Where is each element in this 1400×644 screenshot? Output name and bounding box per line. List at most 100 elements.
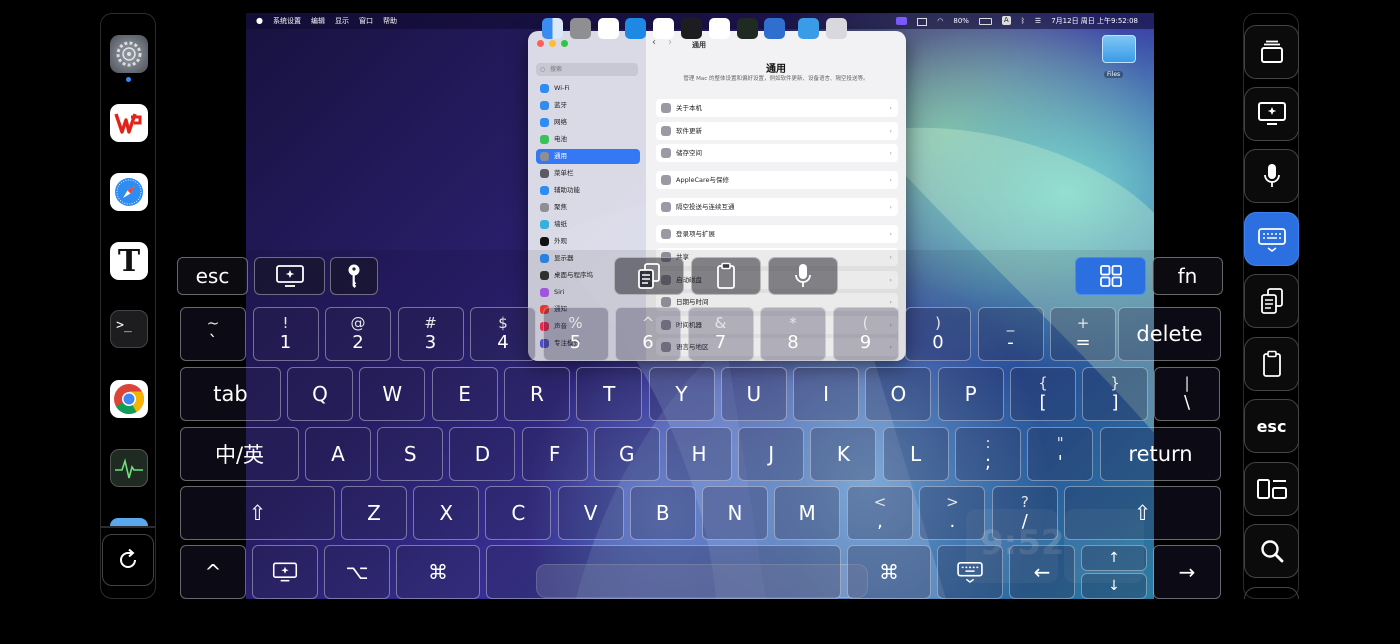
control-key[interactable]: ^ [180, 545, 246, 599]
settings-row[interactable]: 储存空间 › [656, 144, 898, 162]
number-key[interactable]: ! 1 [252, 307, 319, 361]
delete-key[interactable]: delete [1118, 307, 1221, 361]
settings-sidebar-item[interactable]: 蓝牙 [536, 98, 640, 113]
number-key[interactable]: (9 [832, 307, 899, 361]
left-command-key[interactable]: ⌘ [396, 545, 480, 599]
right-shift-key[interactable]: ⇧ [1064, 486, 1221, 540]
paste-rail-button[interactable] [1244, 337, 1299, 391]
number-key[interactable]: _ - [977, 307, 1044, 361]
number-key[interactable]: % 5 [542, 307, 609, 361]
split-layout-button[interactable] [1244, 462, 1299, 516]
return-key[interactable]: return [1100, 427, 1221, 481]
control-center-icon[interactable]: ☰ [1035, 13, 1041, 29]
menu-window[interactable]: 窗口 [359, 13, 373, 29]
window-switcher-button[interactable] [1244, 25, 1299, 79]
dictation-button[interactable] [768, 257, 838, 295]
dock-activity-monitor-icon[interactable] [736, 18, 758, 39]
settings-sidebar-item[interactable]: 外观 [536, 234, 640, 249]
number-key[interactable]: ^ 6 [615, 307, 681, 361]
dock-terminal-icon[interactable] [681, 18, 702, 39]
partial-app-icon[interactable] [110, 518, 148, 526]
menu-edit[interactable]: 编辑 [311, 13, 325, 29]
search-rail-button[interactable] [1244, 524, 1299, 578]
letter-key[interactable]: Z [341, 486, 407, 540]
letter-key[interactable]: S [377, 427, 444, 481]
settings-row[interactable]: 隔空投送与连续互通 › [656, 198, 898, 216]
dock-finder-icon[interactable] [542, 18, 563, 39]
safari-app-icon[interactable] [110, 173, 148, 211]
option-key[interactable]: ⌥ [324, 545, 390, 599]
language-switch-key[interactable]: 中/英 [180, 427, 299, 481]
settings-sidebar-item[interactable]: 聚焦 [536, 200, 640, 215]
settings-sidebar-item[interactable]: 墙纸 [536, 217, 640, 232]
symbol-key[interactable]: >. [919, 486, 986, 540]
dock-trash-icon[interactable] [826, 18, 847, 39]
refresh-button[interactable] [102, 534, 154, 586]
letter-key[interactable]: M [774, 486, 841, 540]
apple-logo-icon[interactable]: ● [256, 13, 263, 29]
number-key[interactable]: @2 [325, 307, 391, 361]
settings-sidebar-item[interactable]: 通用 [536, 149, 640, 164]
password-key-button[interactable] [330, 257, 378, 295]
letter-key[interactable]: I [793, 367, 860, 421]
down-arrow-key[interactable]: ↓ [1081, 573, 1147, 599]
right-arrow-key[interactable]: → [1153, 545, 1221, 599]
settings-sidebar-item[interactable]: 电池 [536, 132, 640, 147]
letter-key[interactable]: Q [287, 367, 353, 421]
dock-safari-icon[interactable] [625, 18, 647, 39]
terminal-app-icon[interactable]: >_ [110, 310, 148, 348]
window-minimize-button[interactable] [549, 40, 556, 47]
dock-chrome-icon[interactable] [708, 18, 730, 39]
chrome-app-icon[interactable] [110, 380, 148, 418]
rail-partial-button[interactable] [1244, 587, 1299, 599]
copy-button[interactable] [614, 257, 684, 295]
dock-typora-icon[interactable] [653, 18, 675, 39]
settings-sidebar-item[interactable]: 辅助功能 [536, 183, 640, 198]
dock-system-settings-icon[interactable] [569, 18, 591, 39]
letter-key[interactable]: E [431, 367, 498, 421]
letter-key[interactable]: K [810, 427, 877, 481]
letter-key[interactable]: N [702, 486, 768, 540]
letter-key[interactable]: P [937, 367, 1004, 421]
letter-key[interactable]: F [521, 427, 588, 481]
letter-key[interactable]: C [485, 486, 552, 540]
number-key[interactable]: * 8 [760, 307, 826, 361]
number-key[interactable]: ~ ` [180, 307, 246, 361]
wifi-icon[interactable]: ◠ [937, 13, 943, 29]
settings-sidebar-item[interactable]: 网络 [536, 115, 640, 130]
tab-key[interactable]: tab [180, 367, 281, 421]
typora-app-icon[interactable]: T [110, 242, 148, 280]
symbol-key[interactable]: {[ [1010, 367, 1076, 421]
symbol-key[interactable]: " ' [1027, 427, 1094, 481]
menu-system-settings[interactable]: 系统设置 [273, 13, 301, 29]
letter-key[interactable]: B [629, 486, 696, 540]
settings-row[interactable]: AppleCare与保修 › [656, 171, 898, 189]
symbol-key[interactable]: }] [1082, 367, 1148, 421]
letter-key[interactable]: W [359, 367, 426, 421]
letter-key[interactable]: G [593, 427, 660, 481]
symbol-key[interactable]: | \ [1154, 367, 1220, 421]
left-shift-key[interactable]: ⇧ [180, 486, 335, 540]
screen-icon[interactable] [917, 18, 928, 26]
voice-input-button[interactable] [1244, 149, 1299, 203]
bluetooth-icon[interactable]: ᛒ [1021, 13, 1025, 29]
layout-grid-button[interactable] [1075, 257, 1146, 295]
settings-row[interactable]: 登录项与扩展 › [656, 225, 898, 243]
files-desktop-icon[interactable]: Files [1102, 35, 1136, 78]
letter-key[interactable]: D [449, 427, 516, 481]
letter-key[interactable]: H [666, 427, 732, 481]
menu-help[interactable]: 帮助 [383, 13, 397, 29]
symbol-key[interactable]: ? / [991, 486, 1058, 540]
letter-key[interactable]: U [720, 367, 787, 421]
hide-keyboard-key[interactable] [937, 545, 1003, 599]
menu-view[interactable]: 显示 [335, 13, 349, 29]
number-key[interactable]: $4 [470, 307, 536, 361]
number-key[interactable]: + = [1050, 307, 1116, 361]
dock-xcode-tools-icon[interactable] [764, 18, 786, 39]
number-key[interactable]: ) 0 [905, 307, 971, 361]
letter-key[interactable]: R [503, 367, 570, 421]
screen-sparkle-button[interactable] [254, 257, 325, 295]
dock-folder-icon[interactable] [798, 18, 820, 39]
right-command-key[interactable]: ⌘ [847, 545, 931, 599]
settings-row[interactable]: 软件更新 › [656, 122, 898, 140]
